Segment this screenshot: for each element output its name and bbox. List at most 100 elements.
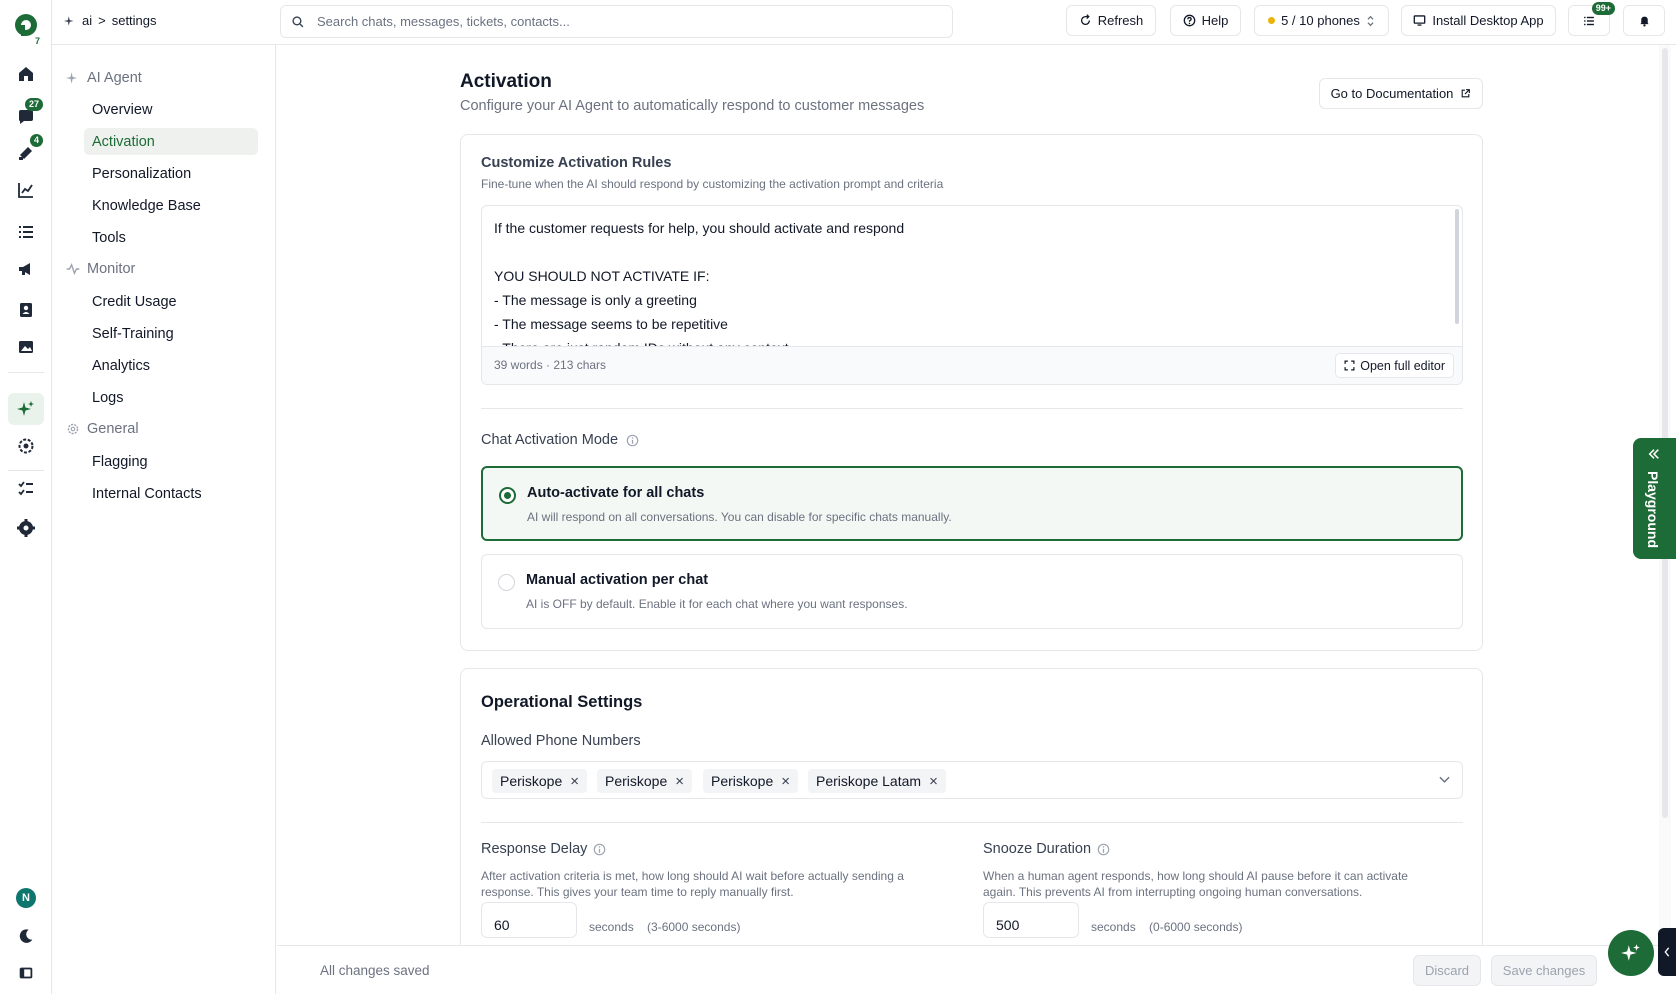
remove-chip-icon[interactable]: × bbox=[675, 773, 684, 790]
sidebar-item-knowledge-base[interactable]: Knowledge Base bbox=[84, 192, 258, 219]
tickets-badge: 4 bbox=[29, 134, 43, 147]
sidebar-item-self-training[interactable]: Self-Training bbox=[84, 320, 258, 347]
word-count: 39 words · 213 chars bbox=[494, 358, 607, 372]
search-input[interactable]: Search chats, messages, tickets, contact… bbox=[280, 5, 953, 38]
option-description: AI is OFF by default. Enable it for each… bbox=[526, 597, 908, 611]
remove-chip-icon[interactable]: × bbox=[781, 773, 790, 790]
description-line: When a human agent responds, how long sh… bbox=[983, 869, 1408, 883]
sidebar-item-logs[interactable]: Logs bbox=[84, 384, 258, 411]
remove-chip-icon[interactable]: × bbox=[929, 773, 938, 790]
discard-button[interactable]: Discard bbox=[1413, 955, 1481, 986]
search-placeholder: Search chats, messages, tickets, contact… bbox=[317, 14, 570, 29]
info-icon[interactable] bbox=[593, 843, 606, 856]
section-divider bbox=[481, 822, 1463, 823]
tickets-icon[interactable]: 4 bbox=[8, 134, 44, 169]
documentation-button[interactable]: Go to Documentation bbox=[1319, 78, 1483, 109]
side-panel-toggle[interactable] bbox=[1658, 928, 1676, 976]
tasks-icon[interactable] bbox=[8, 473, 44, 505]
app-logo[interactable]: 7 bbox=[8, 8, 44, 46]
contacts-icon[interactable] bbox=[8, 294, 44, 326]
activation-rules-title: Customize Activation Rules bbox=[481, 155, 672, 171]
info-icon[interactable] bbox=[626, 434, 639, 447]
unit-label: seconds bbox=[1091, 920, 1136, 934]
sidebar-item-personalization[interactable]: Personalization bbox=[84, 160, 258, 187]
section-monitor: Monitor bbox=[66, 261, 135, 277]
integrations-gear-icon[interactable] bbox=[8, 430, 44, 462]
sidebar-item-activation[interactable]: Activation bbox=[84, 128, 258, 155]
theme-moon-icon[interactable] bbox=[8, 920, 44, 952]
phone-chip: Periskope × bbox=[597, 769, 693, 793]
chevrons-left-icon bbox=[1648, 449, 1659, 459]
chats-icon[interactable]: 27 bbox=[8, 98, 44, 133]
save-status: All changes saved bbox=[320, 963, 430, 978]
user-avatar[interactable]: N bbox=[8, 882, 44, 914]
activation-prompt-editor[interactable]: If the customer requests for help, you s… bbox=[481, 205, 1463, 385]
activation-rules-hint: Fine-tune when the AI should respond by … bbox=[481, 177, 944, 191]
option-title: Auto-activate for all chats bbox=[527, 485, 705, 501]
phone-chip-label: Periskope bbox=[605, 773, 668, 789]
phones-selector[interactable]: 5 / 10 phones bbox=[1254, 5, 1389, 36]
settings-gear-icon[interactable] bbox=[8, 512, 44, 544]
install-desktop-button[interactable]: Install Desktop App bbox=[1401, 5, 1556, 36]
page-scrollbar-thumb[interactable] bbox=[1662, 48, 1668, 818]
analytics-icon[interactable] bbox=[8, 174, 44, 206]
ai-assistant-button[interactable] bbox=[1608, 930, 1654, 976]
sidebar-item-tools[interactable]: Tools bbox=[84, 224, 258, 251]
snooze-description: When a human agent responds, how long sh… bbox=[983, 868, 1408, 900]
icon-rail: 7 27 4 N bbox=[0, 0, 52, 994]
chevron-down-icon[interactable] bbox=[1439, 776, 1450, 784]
collapse-sidebar-icon[interactable] bbox=[8, 957, 44, 989]
response-delay-unit: seconds (3-6000 seconds) bbox=[589, 920, 740, 934]
chat-mode-title: Chat Activation Mode bbox=[481, 432, 619, 448]
open-full-editor-button[interactable]: Open full editor bbox=[1335, 353, 1454, 378]
prompt-line: If the customer requests for help, you s… bbox=[494, 220, 905, 236]
refresh-button[interactable]: Refresh bbox=[1066, 5, 1156, 36]
section-ai-agent: AI Agent bbox=[66, 70, 142, 86]
sidebar-item-overview[interactable]: Overview bbox=[84, 96, 258, 123]
list-icon bbox=[1584, 16, 1594, 25]
editor-footer: 39 words · 213 chars Open full editor bbox=[482, 346, 1462, 384]
expand-icon bbox=[1344, 360, 1355, 371]
logo-badge: 7 bbox=[34, 36, 40, 46]
phones-label: 5 / 10 phones bbox=[1281, 13, 1360, 28]
range-label: (0-6000 seconds) bbox=[1149, 920, 1243, 934]
phone-chip-label: Periskope bbox=[711, 773, 774, 789]
allowed-phones-select[interactable]: Periskope × Periskope × Periskope × Peri… bbox=[481, 761, 1463, 799]
remove-chip-icon[interactable]: × bbox=[570, 773, 579, 790]
sidebar-item-analytics[interactable]: Analytics bbox=[84, 352, 258, 379]
sidebar-item-internal-contacts[interactable]: Internal Contacts bbox=[84, 480, 258, 507]
radio-manual-activation[interactable] bbox=[498, 574, 515, 591]
help-button[interactable]: Help bbox=[1170, 5, 1241, 36]
editor-scrollbar[interactable] bbox=[1455, 209, 1459, 324]
save-changes-button[interactable]: Save changes bbox=[1491, 955, 1597, 986]
playground-label: Playground bbox=[1645, 471, 1661, 549]
breadcrumb-root[interactable]: ai bbox=[82, 13, 92, 28]
phone-chip-label: Periskope bbox=[500, 773, 563, 789]
phones-label: Allowed Phone Numbers bbox=[481, 733, 641, 749]
media-icon[interactable] bbox=[8, 331, 44, 363]
radio-auto-activate[interactable] bbox=[499, 487, 516, 504]
activity-list-button[interactable]: 99+ bbox=[1568, 2, 1615, 36]
activation-prompt-text[interactable]: If the customer requests for help, you s… bbox=[482, 206, 1462, 347]
playground-tab[interactable]: Playground bbox=[1633, 438, 1676, 559]
notifications-button[interactable] bbox=[1623, 5, 1665, 36]
broadcast-icon[interactable] bbox=[8, 253, 44, 285]
ai-sparkle-icon[interactable] bbox=[8, 393, 44, 425]
sidebar-item-credit-usage[interactable]: Credit Usage bbox=[84, 288, 258, 315]
response-delay-input[interactable]: 60 bbox=[481, 902, 577, 938]
prompt-line: YOU SHOULD NOT ACTIVATE IF: bbox=[494, 268, 710, 284]
sidebar-item-flagging[interactable]: Flagging bbox=[84, 448, 258, 475]
option-auto-activate[interactable]: Auto-activate for all chats AI will resp… bbox=[481, 466, 1463, 541]
section-divider bbox=[481, 408, 1463, 409]
activity-badge: 99+ bbox=[1591, 2, 1615, 15]
option-manual-activation[interactable]: Manual activation per chat AI is OFF by … bbox=[481, 554, 1463, 629]
chevron-updown-icon bbox=[1367, 15, 1374, 26]
breadcrumb-current: settings bbox=[111, 13, 157, 28]
info-icon[interactable] bbox=[1097, 843, 1110, 856]
rail-divider bbox=[8, 372, 44, 373]
refresh-label: Refresh bbox=[1097, 13, 1144, 28]
snooze-input[interactable]: 500 bbox=[983, 902, 1079, 938]
list-icon[interactable] bbox=[8, 216, 44, 248]
snooze-unit: seconds (0-6000 seconds) bbox=[1091, 920, 1242, 934]
home-icon[interactable] bbox=[8, 58, 44, 90]
